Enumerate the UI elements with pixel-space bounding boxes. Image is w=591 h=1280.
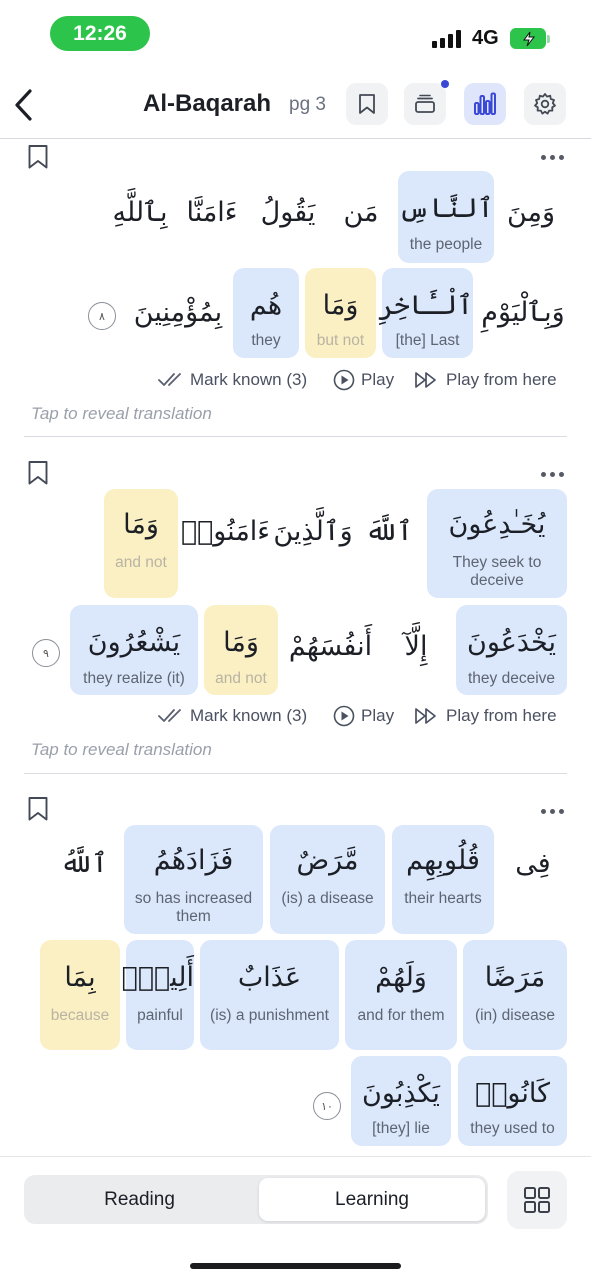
more-dots-icon[interactable] <box>541 469 567 479</box>
word[interactable]: وَمِنَ <box>495 179 567 259</box>
word[interactable]: هُم they <box>233 268 299 358</box>
word[interactable]: ٱللَّهَ <box>356 498 422 578</box>
word[interactable]: مَّرَضٌ (is) a disease <box>270 825 385 934</box>
play-from-here-button[interactable]: Play from here <box>414 703 557 729</box>
play-circle-icon <box>333 705 355 727</box>
play-button[interactable]: Play <box>333 367 394 393</box>
divider <box>24 773 567 774</box>
word[interactable]: ٱلنَّاسِ the people <box>398 171 494 263</box>
layers-button[interactable] <box>404 80 449 125</box>
surah-title[interactable]: Al-Baqarah <box>143 90 271 118</box>
signal-icon <box>432 30 461 48</box>
word[interactable]: عَذَابٌ (is) a punishment <box>200 940 339 1050</box>
bar-chart-icon <box>474 92 496 115</box>
word[interactable]: وَٱلَّذِينَ <box>272 498 354 578</box>
mark-known-label: Mark known (3) <box>190 706 308 725</box>
mark-known-button[interactable]: Mark known (3) <box>158 367 307 393</box>
back-button[interactable] <box>10 86 38 124</box>
verse-card: وَمِنَ ٱلنَّاسِ the people مَن يَقُولُ ءَ… <box>0 139 591 437</box>
word[interactable]: بِٱللَّهِ <box>105 179 175 259</box>
divider <box>24 436 567 437</box>
reveal-translation[interactable]: Tap to reveal translation <box>31 740 212 760</box>
play-from-here-icon <box>415 708 436 724</box>
word[interactable]: وَلَهُمْ and for them <box>345 940 457 1050</box>
word[interactable]: بِمُؤْمِنِينَ <box>125 277 231 357</box>
top-header: Al-Baqarah pg 3 <box>0 68 591 139</box>
grid-view-button[interactable] <box>507 1171 567 1229</box>
play-button[interactable]: Play <box>333 703 394 729</box>
double-check-icon <box>158 373 181 386</box>
word[interactable]: وَمَا but not <box>305 268 376 358</box>
play-label: Play <box>361 370 395 389</box>
gear-icon <box>534 93 556 115</box>
word[interactable]: بِمَا because <box>40 940 120 1050</box>
word[interactable]: إِلَّآ <box>380 613 452 693</box>
word[interactable]: أَلِيمٌۢ painful <box>122 940 194 1050</box>
word[interactable]: ٱلْـَٔاخِرِ [the] Last <box>378 268 473 358</box>
play-from-here-label: Play from here <box>446 370 557 389</box>
layers-icon <box>415 94 435 113</box>
ayah-number-badge: ٨ <box>88 302 116 330</box>
play-from-here-button[interactable]: Play from here <box>414 367 557 393</box>
word[interactable]: يَخْدَعُونَ they deceive <box>456 605 567 695</box>
ayah-number-badge: ٩ <box>32 639 60 667</box>
double-check-icon <box>158 709 181 722</box>
ayah-number-badge: ١٠ <box>313 1092 341 1120</box>
word[interactable]: يُخَـٰدِعُونَ They seek to deceive <box>427 489 567 598</box>
word[interactable]: مَن <box>330 179 392 259</box>
reveal-translation[interactable]: Tap to reveal translation <box>31 404 212 424</box>
bottom-bar: Reading Learning <box>0 1156 591 1280</box>
network-label: 4G <box>472 27 499 49</box>
mark-known-label: Mark known (3) <box>190 370 308 389</box>
mode-segmented-control: Reading Learning <box>24 1175 488 1224</box>
word[interactable]: ٱللَّهُ <box>48 830 120 910</box>
word[interactable]: فِى <box>500 830 566 910</box>
bookmarks-button[interactable] <box>346 83 388 125</box>
word[interactable]: وَمَا and not <box>104 489 178 598</box>
word[interactable]: يَكْذِبُونَ [they] lie <box>351 1056 451 1146</box>
bookmark-icon[interactable] <box>27 796 49 822</box>
verse-card: فِى قُلُوبِهِم their hearts مَّرَضٌ (is) a… <box>0 775 591 1155</box>
mark-known-button[interactable]: Mark known (3) <box>158 703 307 729</box>
verse-card: يُخَـٰدِعُونَ They seek to deceive ٱللَّه… <box>0 438 591 774</box>
home-indicator <box>190 1263 401 1269</box>
verse-actions: Mark known (3) Play Play from here <box>0 367 591 393</box>
verse-actions: Mark known (3) Play Play from here <box>0 703 591 729</box>
play-from-here-label: Play from here <box>446 706 557 725</box>
play-from-here-icon <box>415 372 436 388</box>
word[interactable]: فَزَادَهُمُ so has increased them <box>124 825 263 934</box>
settings-button[interactable] <box>524 83 566 125</box>
word[interactable]: وَبِٱلْيَوْمِ <box>478 277 568 357</box>
word[interactable]: ءَامَنُوا۟ <box>181 498 270 578</box>
word[interactable]: أَنفُسَهُمْ <box>283 613 378 693</box>
tab-reading[interactable]: Reading <box>27 1178 252 1221</box>
status-time: 12:26 <box>50 16 150 51</box>
word[interactable]: يَشْعُرُونَ they realize (it) <box>70 605 198 695</box>
more-dots-icon[interactable] <box>541 806 567 816</box>
bookmark-icon[interactable] <box>27 460 49 486</box>
more-dots-icon[interactable] <box>541 152 567 162</box>
battery-icon <box>510 28 546 49</box>
grid-icon <box>524 1187 550 1213</box>
word[interactable]: ءَامَنَّا <box>177 179 247 259</box>
stats-button[interactable] <box>464 83 506 125</box>
status-bar: 12:26 4G <box>0 0 591 68</box>
battery-nub <box>547 35 550 43</box>
word[interactable]: كَانُوا۟ they used to <box>458 1056 567 1146</box>
tab-learning[interactable]: Learning <box>259 1178 485 1221</box>
notification-dot <box>441 80 449 88</box>
play-circle-icon <box>333 369 355 391</box>
page-indicator: pg 3 <box>289 94 326 115</box>
bookmark-icon[interactable] <box>27 144 49 170</box>
word[interactable]: مَرَضًا (in) disease <box>463 940 567 1050</box>
word[interactable]: يَقُولُ <box>248 179 328 259</box>
word[interactable]: وَمَا and not <box>204 605 278 695</box>
word[interactable]: قُلُوبِهِم their hearts <box>392 825 494 934</box>
bookmark-icon <box>359 94 375 114</box>
back-chevron-icon <box>15 89 32 121</box>
play-label: Play <box>361 706 395 725</box>
